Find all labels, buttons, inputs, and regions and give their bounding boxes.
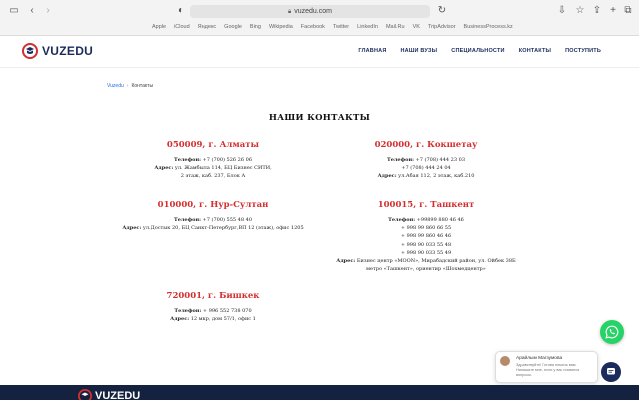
breadcrumb-home[interactable]: Vuzedu [107,83,124,89]
lock-icon: 🔒︎ [288,9,292,15]
footer-logo-text: VUZEDU [95,390,141,400]
breadcrumb-separator: › [126,83,129,89]
logo-text: VUZEDU [42,44,94,58]
favorite-link[interactable]: Facebook [301,24,325,30]
favorites-bar: Apple iCloud Яндекс Google Bing Wikipedi… [152,24,513,30]
phone-line: + 998 99 860 66 55 [400,225,452,232]
download-icon[interactable]: ⇩ [556,5,568,17]
tabs-overview-icon[interactable]: ⧉ [622,5,634,17]
address-line: Адрес: 12 мкр, дом 57/1, офис 1 [170,316,256,323]
contact-block-almaty: 050009, г. Алматы Телефон: +7 (700) 526 … [93,140,333,181]
nav-item-home[interactable]: ГЛАВНАЯ [358,48,386,54]
site-footer: VUZEDU [0,385,639,400]
whatsapp-button[interactable] [600,320,624,344]
address-bar[interactable]: 🔒︎ vuzedu.com [190,5,430,18]
phone-line: Телефон: + 996 552 738 070 [174,308,252,314]
phone-line: + 998 90 033 55 49 [400,249,452,256]
favorite-link[interactable]: iCloud [174,24,190,30]
sidebar-toggle-icon[interactable]: ▭ [8,5,20,17]
city-name: 050009, г. Алматы [166,140,260,150]
nav-item-specialties[interactable]: СПЕЦИАЛЬНОСТИ [451,48,504,54]
favorite-link[interactable]: VK [413,24,420,30]
phone-line: Телефон: +7 (708) 444 23 03 [387,157,465,163]
favorite-link[interactable]: TripAdvisor [428,24,456,30]
site-logo[interactable]: VUZEDU [22,43,93,59]
favorite-link[interactable]: Twitter [333,24,349,30]
agent-name: Арайлым Магзумова [516,356,563,361]
privacy-shield-icon[interactable]: ◐ [175,5,187,17]
nav-item-contacts[interactable]: КОНТАКТЫ [519,48,551,54]
url-text: vuzedu.com [294,8,332,15]
agent-avatar [500,356,510,366]
breadcrumb-current: Контакты [131,83,154,89]
city-name: 720001, г. Бишкек [166,291,260,301]
contact-block-kokshetau: 020000, г. Кокшетау Телефон: +7 (708) 44… [306,140,546,181]
city-name: 100015, г. Ташкент [377,200,475,210]
page-title: НАШИ КОНТАКТЫ [268,113,371,123]
reload-icon[interactable]: ↻ [436,5,448,17]
address-line: метро «Ташкент», ориентир «Шохмедцентр» [366,266,486,273]
address-line: Адрес: ул.Абая 112, 2 этаж, каб.210 [377,173,475,180]
bookmark-star-icon[interactable]: ☆ [574,5,586,17]
favorite-link[interactable]: LinkedIn [357,24,378,30]
phone-line: + 998 90 033 55 48 [400,241,452,248]
chat-greeting-popup[interactable]: Арайлым Магзумова Здравствуйте! Готова п… [495,351,598,383]
city-name: 020000, г. Кокшетау [374,140,478,150]
favorite-link[interactable]: Apple [152,24,166,30]
browser-toolbar: ▭ ‹ › ◐ 🔒︎ vuzedu.com ↻ ⇩ ☆ ⇪ + ⧉ Apple i… [0,0,639,36]
back-arrow-icon[interactable]: ‹ [26,5,38,17]
breadcrumb: Vuzedu › Контакты [107,83,153,89]
favorite-link[interactable]: Яндекс [198,24,217,30]
nav-item-universities[interactable]: НАШИ ВУЗЫ [400,48,437,54]
address-line: Адрес: Бизнес центр «MOON», Мирабадский … [336,258,516,265]
logo-shield-icon [78,389,92,400]
favorite-link[interactable]: BusinessProcess.kz [464,24,513,30]
main-nav: ГЛАВНАЯ НАШИ ВУЗЫ СПЕЦИАЛЬНОСТИ КОНТАКТЫ… [358,48,601,54]
share-icon[interactable]: ⇪ [591,5,603,17]
favorite-link[interactable]: Google [224,24,242,30]
phone-line: +7 (708) 444 24 04 [401,165,451,172]
favorite-link[interactable]: Mail.Ru [386,24,405,30]
chat-open-button[interactable] [601,362,621,382]
forward-arrow-icon[interactable]: › [42,5,54,17]
logo-shield-icon [22,43,38,59]
phone-line: + 998 99 860 46 46 [400,233,452,240]
contact-block-tashkent: 100015, г. Ташкент Телефон: +99899 880 4… [291,200,561,273]
nav-item-apply[interactable]: ПОСТУПИТЬ [565,48,601,54]
favorite-link[interactable]: Wikipedia [269,24,293,30]
address-line: Адрес: ул. Жамбыла 114, БЦ Бизнес СИТИ, [154,165,272,172]
chat-bubble-icon [607,368,615,375]
whatsapp-icon [605,325,619,339]
site-header: VUZEDU ГЛАВНАЯ НАШИ ВУЗЫ СПЕЦИАЛЬНОСТИ К… [0,36,639,68]
new-tab-icon[interactable]: + [607,5,619,17]
phone-line: Телефон: +99899 880 46 46 [388,217,464,223]
footer-logo[interactable]: VUZEDU [78,389,140,400]
favorite-link[interactable]: Bing [250,24,261,30]
chat-message: Здравствуйте! Готова помочь вам. Напишит… [516,363,580,377]
contact-block-bishkek: 720001, г. Бишкек Телефон: + 996 552 738… [93,291,333,323]
address-line: 2 этаж, каб. 237, Блок А [180,173,246,180]
phone-line: Телефон: +7 (700) 526 26 06 [174,157,252,163]
